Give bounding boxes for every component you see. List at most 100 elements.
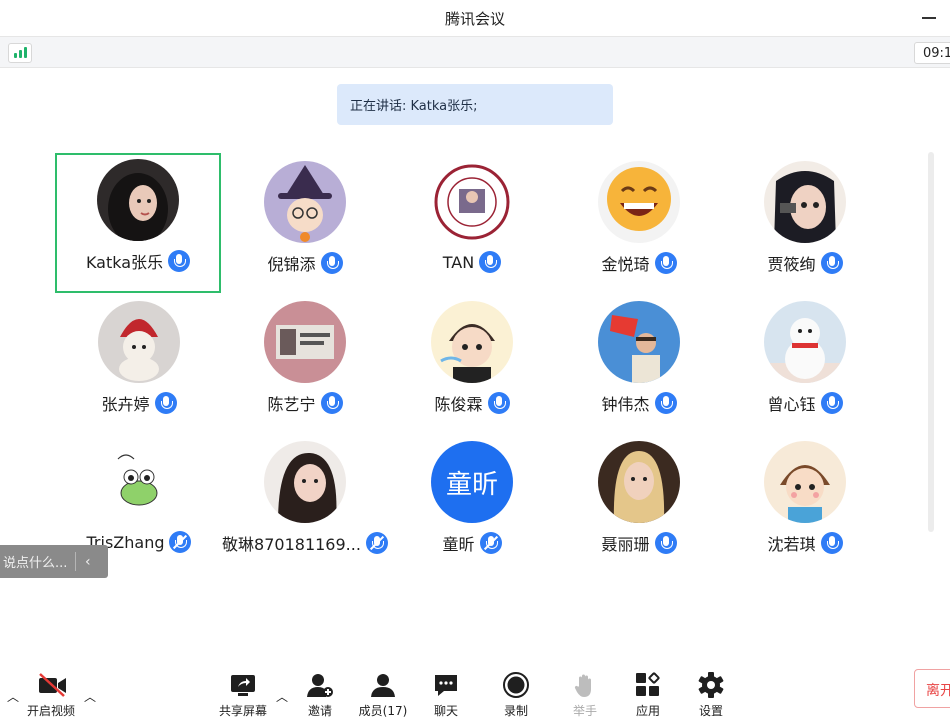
participant-name: 钟伟杰: [601, 395, 650, 414]
participant-name-line: 聂丽珊: [556, 531, 722, 555]
participant-name-line: 曾心钰: [722, 391, 888, 415]
video-button[interactable]: 开启视频: [19, 672, 83, 719]
microphone-icon: [154, 392, 177, 414]
avatar-initials: 童昕: [445, 469, 498, 500]
participant-tile[interactable]: 金悦琦: [556, 155, 722, 295]
quick-chat-placeholder: 说点什么...: [0, 552, 76, 571]
microphone-icon: [320, 392, 343, 414]
quick-chat-input[interactable]: 说点什么... ‹: [0, 545, 108, 578]
raise-hand-button[interactable]: 举手: [553, 672, 617, 719]
participant-name-line: 沈若琪: [722, 531, 888, 555]
microphone-icon: [168, 250, 191, 272]
microphone-icon: [654, 532, 677, 554]
participant-tile[interactable]: 敬琳870181169...: [222, 435, 388, 575]
participant-name: 曾心钰: [767, 395, 816, 414]
record-label: 录制: [503, 704, 528, 718]
participant-name-line: 张卉婷: [56, 391, 222, 415]
participant-tile[interactable]: 贾筱绚: [722, 155, 888, 295]
knit-doll-avatar: [98, 301, 180, 383]
participant-name-line: 金悦琦: [556, 251, 722, 275]
participant-tile[interactable]: 倪锦添: [222, 155, 388, 295]
chevron-up-icon[interactable]: ︿: [7, 688, 19, 705]
photo-sign-avatar: [264, 301, 346, 383]
laughing-emoji-avatar: [598, 161, 680, 243]
snowman-avatar: [764, 301, 846, 383]
participant-name: 贾筱绚: [767, 255, 816, 274]
participant-name: TAN: [442, 252, 475, 272]
blonde-portrait-avatar: [598, 441, 680, 523]
participant-tile[interactable]: Katka张乐: [55, 153, 221, 293]
participant-name: Katka张乐: [85, 253, 164, 272]
grid-scrollbar[interactable]: [928, 152, 934, 532]
invite-user-icon: [307, 672, 333, 698]
participant-name: 金悦琦: [601, 255, 650, 274]
raise-hand-label: 举手: [572, 704, 597, 718]
chat-bubble-icon: [433, 672, 459, 698]
share-screen-label: 共享屏幕: [218, 704, 267, 718]
microphone-icon: [654, 392, 677, 414]
video-off-icon: [38, 672, 66, 698]
microphone-icon: [320, 252, 343, 274]
participant-tile[interactable]: 童昕 童昕: [389, 435, 555, 575]
members-icon: [370, 672, 396, 698]
members-label: 成员(17): [358, 704, 408, 718]
participant-name-line: 倪锦添: [222, 251, 388, 275]
meeting-timer: 09:1: [914, 42, 950, 64]
participant-tile[interactable]: TAN: [389, 155, 555, 295]
participant-name-line: 敬琳870181169...: [222, 531, 388, 555]
microphone-muted-icon: [169, 531, 192, 553]
participant-name: 沈若琪: [767, 535, 816, 554]
microphone-icon: [487, 392, 510, 414]
chevron-up-icon[interactable]: ︿: [276, 688, 288, 705]
participant-name-line: Katka张乐: [57, 249, 219, 273]
participant-name-line: 童昕: [389, 531, 555, 555]
participant-name: 张卉婷: [101, 395, 150, 414]
status-bar: 09:1: [0, 36, 950, 68]
settings-button[interactable]: 设置: [679, 672, 743, 719]
chevron-up-icon[interactable]: ︿: [84, 688, 96, 705]
dark-hair-girl-avatar: [97, 159, 179, 241]
video-label: 开启视频: [26, 704, 75, 718]
raise-hand-icon: [572, 672, 598, 698]
participant-name: 倪锦添: [267, 255, 316, 274]
participant-tile[interactable]: 张卉婷: [56, 295, 222, 435]
participant-name-line: TAN: [389, 251, 555, 273]
invite-button[interactable]: 邀请: [288, 672, 352, 719]
title-bar: 腾讯会议: [0, 0, 950, 36]
collapse-arrow-icon[interactable]: ‹: [76, 554, 91, 570]
share-screen-button[interactable]: 共享屏幕: [211, 672, 275, 719]
witch-cartoon-avatar: [264, 161, 346, 243]
woman-portrait-avatar: [264, 441, 346, 523]
microphone-muted-icon: [365, 532, 388, 554]
university-seal-avatar: [431, 161, 513, 243]
cartoon-girl-avatar: [764, 441, 846, 523]
invite-label: 邀请: [307, 704, 332, 718]
record-button[interactable]: 录制: [484, 672, 548, 719]
signal-strength-icon[interactable]: [8, 43, 32, 63]
participant-tile[interactable]: 曾心钰: [722, 295, 888, 435]
participant-tile[interactable]: 沈若琪: [722, 435, 888, 575]
cartoon-boy-avatar: [431, 301, 513, 383]
participant-tile[interactable]: 陈艺宁: [222, 295, 388, 435]
microphone-icon: [654, 252, 677, 274]
speaking-banner: 正在讲话: Katka张乐;: [337, 84, 613, 125]
minimize-icon[interactable]: [922, 10, 936, 24]
participant-name-line: 陈俊霖: [389, 391, 555, 415]
apps-button[interactable]: 应用: [616, 672, 680, 719]
participant-tile[interactable]: 钟伟杰: [556, 295, 722, 435]
participant-name: 敬琳870181169...: [222, 535, 361, 554]
participant-tile[interactable]: 陈俊霖: [389, 295, 555, 435]
members-button[interactable]: 成员(17): [351, 672, 415, 719]
record-icon: [503, 672, 529, 698]
bottom-toolbar: ︿ 开启视频 ︿ 共享屏幕 ︿ 邀请 成员(17) 聊天 录制 举手 应用 设置: [0, 660, 950, 720]
chat-button[interactable]: 聊天: [414, 672, 478, 719]
participant-tile[interactable]: 聂丽珊: [556, 435, 722, 575]
participant-name: 童昕: [442, 535, 475, 554]
microphone-icon: [820, 532, 843, 554]
window-title: 腾讯会议: [444, 9, 505, 28]
microphone-icon: [479, 251, 502, 273]
leave-meeting-button[interactable]: 离开: [914, 669, 950, 708]
flag-person-avatar: [598, 301, 680, 383]
text-avatar: 童昕: [431, 441, 513, 523]
apps-label: 应用: [635, 704, 660, 718]
